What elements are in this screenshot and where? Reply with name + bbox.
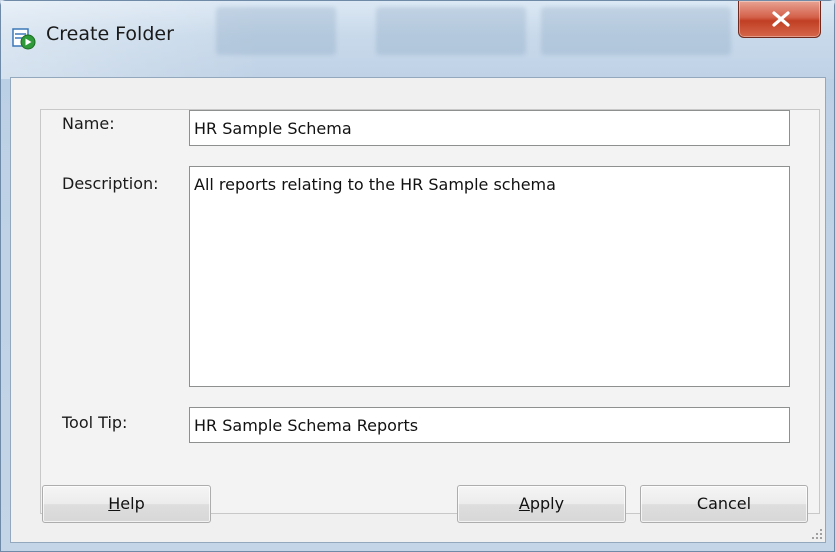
folder-run-icon bbox=[12, 28, 36, 50]
cancel-button[interactable]: Cancel bbox=[640, 485, 808, 523]
background-blur bbox=[376, 7, 526, 55]
dialog-title: Create Folder bbox=[46, 23, 174, 45]
apply-button[interactable]: Apply bbox=[457, 485, 626, 523]
help-button[interactable]: Help bbox=[42, 485, 211, 523]
tooltip-label: Tool Tip: bbox=[62, 413, 128, 432]
help-label-rest: elp bbox=[120, 494, 145, 513]
tooltip-field[interactable] bbox=[189, 407, 790, 443]
description-field[interactable]: All reports relating to the HR Sample sc… bbox=[189, 166, 790, 387]
description-label: Description: bbox=[62, 174, 159, 193]
background-blur bbox=[541, 7, 731, 55]
name-label: Name: bbox=[62, 114, 115, 133]
help-mnemonic: H bbox=[108, 494, 121, 513]
title-bar[interactable]: Create Folder bbox=[1, 1, 834, 79]
background-blur bbox=[216, 7, 336, 55]
close-icon bbox=[772, 11, 790, 27]
apply-mnemonic: A bbox=[518, 494, 530, 513]
close-button[interactable] bbox=[738, 1, 821, 38]
create-folder-dialog: Create Folder Name: Description: All rep… bbox=[0, 0, 835, 552]
apply-label-rest: pply bbox=[529, 494, 565, 513]
dialog-body: Name: Description: All reports relating … bbox=[10, 77, 826, 543]
name-field[interactable] bbox=[189, 110, 790, 146]
resize-grip-icon[interactable] bbox=[809, 526, 823, 540]
